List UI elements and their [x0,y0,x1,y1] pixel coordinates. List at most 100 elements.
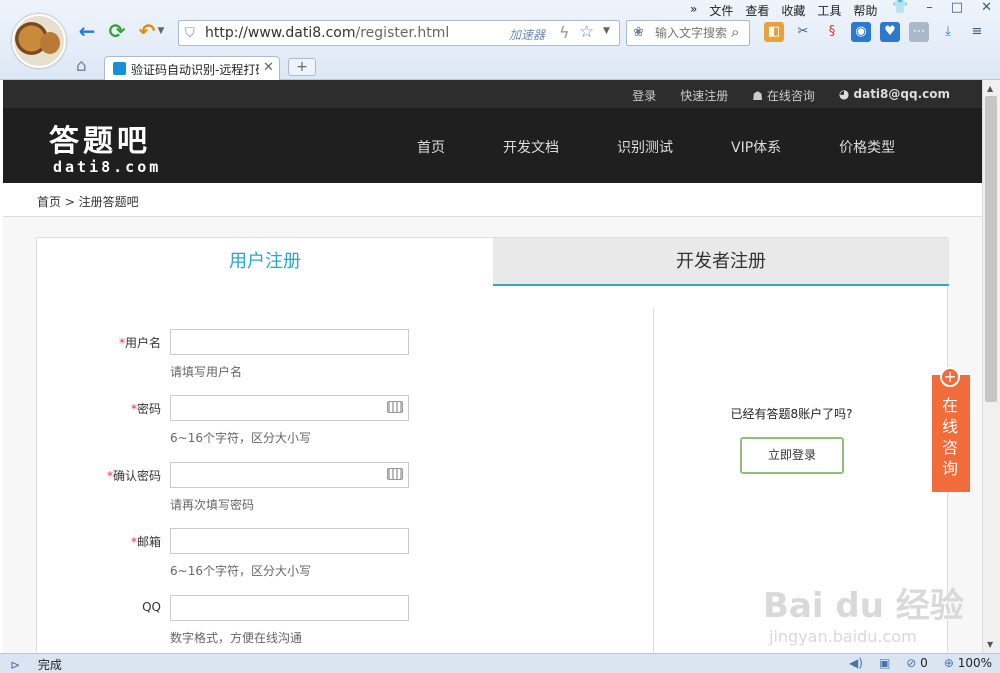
adblock-count: 0 [920,656,928,670]
new-tab-button[interactable]: + [288,58,316,76]
qq-input[interactable] [170,595,409,621]
window-controls: 👕 – □ ✕ [892,0,992,15]
site-header: 答题吧 dati8.com 首页 开发文档 识别测试 VIP体系 价格类型 [3,108,982,183]
undo-icon[interactable]: ↶ [136,20,158,42]
paw-icon[interactable]: ❀ [633,25,649,41]
field-label-text: 用户名 [124,336,161,350]
tab-close-icon[interactable]: ✕ [263,60,274,75]
baidu-watermark: Bai du 经验 jingyan.baidu.com [763,578,964,646]
consult-label: 在线咨询 [766,89,815,103]
keyboard-icon[interactable] [387,401,403,413]
watermark-sub: jingyan.baidu.com [769,627,917,646]
chevron-down-icon[interactable]: ▼ [603,26,610,36]
translate-icon[interactable]: § [822,22,842,42]
plus-icon: + [940,367,960,387]
minimize-icon[interactable]: – [926,0,933,15]
nav-test[interactable]: 识别测试 [617,137,673,157]
close-icon[interactable]: ✕ [981,0,992,15]
field-qq: QQ 数字格式，方便在线沟通 [37,595,653,653]
refresh-icon[interactable]: ⟳ [106,20,128,42]
field-hint: 6~16个字符，区分大小写 [170,564,311,578]
watermark-main: Bai du 经验 [763,586,964,626]
speaker-icon[interactable]: ◀) [849,656,863,670]
field-label: *密码 [131,400,161,417]
zoom-level: 100% [957,656,992,670]
sidebar-toggle-icon[interactable]: ⊳ [10,658,20,672]
nav-pricing[interactable]: 价格类型 [839,137,895,157]
login-now-button[interactable]: 立即登录 [740,437,844,474]
topbar-consult-link[interactable]: ☗ 在线咨询 [752,87,815,104]
keyboard-icon[interactable] [387,468,403,480]
back-arrow-icon[interactable]: ← [76,20,98,42]
star-icon[interactable]: ☆ [579,22,594,42]
tab-user-register[interactable]: 用户注册 [37,238,493,286]
breadcrumb[interactable]: 首页 > 注册答题吧 [37,193,139,210]
menu-tools[interactable]: 工具 [817,2,841,19]
logo-cn[interactable]: 答题吧 [49,116,151,160]
url-host: http://www.dati8.com [205,25,356,41]
email-input[interactable] [170,528,409,554]
toolbar-icons: ◧ ✂ § ◉ ♥ ⋯ ⤓ ≡ [764,22,987,42]
lightning-icon[interactable]: ϟ [559,23,570,42]
field-hint: 6~16个字符，区分大小写 [170,431,311,445]
field-label-text: 密码 [136,402,161,416]
field-email: *邮箱 6~16个字符，区分大小写 [37,528,653,588]
url-path: /register.html [355,25,450,41]
favorites-icon[interactable]: ◧ [764,22,784,42]
menu-help[interactable]: 帮助 [853,2,877,19]
have-account-text: 已经有答题8账户了吗? [730,407,853,421]
menu-file[interactable]: 文件 [709,2,733,19]
accelerator-label[interactable]: 加速器 [509,26,545,43]
menu-favorites[interactable]: 收藏 [781,2,805,19]
username-input[interactable] [170,329,409,355]
skin-icon[interactable]: 👕 [892,0,908,15]
vertical-scrollbar[interactable]: ▲ ▼ [982,80,1000,653]
chevron-down-icon[interactable]: ▼ [156,20,166,42]
address-url[interactable]: http://www.dati8.com/register.html [205,25,449,41]
tab-title: 验证码自动识别-远程打码平台 [131,63,259,77]
search-box[interactable]: ❀ ⌕ [626,20,750,46]
nav-home[interactable]: 首页 [417,137,445,157]
scissors-icon[interactable]: ✂ [793,22,813,42]
menu-icon[interactable]: ≡ [967,22,987,42]
field-label-text: 确认密码 [112,469,161,483]
scroll-down-icon[interactable]: ▼ [987,640,993,649]
topbar-login-link[interactable]: 登录 [632,87,656,104]
more-icon[interactable]: ⋯ [909,22,929,42]
magnifier-app-icon[interactable]: ◉ [851,22,871,42]
scroll-up-icon[interactable]: ▲ [987,84,993,93]
browser-tab[interactable]: 验证码自动识别-远程打码平台 ✕ [104,56,280,80]
tab-developer-register[interactable]: 开发者注册 [493,238,949,286]
home-icon[interactable]: ⌂ [76,56,87,76]
logo-en[interactable]: dati8.com [53,158,161,176]
address-bar[interactable]: ⛉ http://www.dati8.com/register.html 加速器… [178,20,620,46]
menu-view[interactable]: 查看 [745,2,769,19]
status-text: 完成 [37,658,62,672]
shield-icon: ⛉ [185,26,195,41]
maximize-icon[interactable]: □ [951,0,963,15]
site-topbar: 登录 快速注册 ☗ 在线咨询 ◕ dati8@qq.com [3,80,982,108]
topbar-email[interactable]: ◕ dati8@qq.com [839,87,950,104]
adblock-icon: ⊘ [906,656,921,670]
security-icon[interactable]: ♥ [880,22,900,42]
field-hint: 请再次填写密码 [170,498,255,512]
print-icon[interactable]: ▣ [879,656,890,670]
nav-vip[interactable]: VIP体系 [731,137,781,157]
zoom-control[interactable]: ⊕ 100% [944,656,992,670]
tab-bar: ⌂ 验证码自动识别-远程打码平台 ✕ + [0,54,1000,80]
field-label: *确认密码 [107,467,161,484]
download-icon[interactable]: ⤓ [938,22,958,42]
floating-consult-button[interactable]: + 在线咨询 [932,367,970,492]
password-input[interactable] [170,395,409,421]
topbar-register-link[interactable]: 快速注册 [680,87,728,104]
scrollbar-thumb[interactable] [985,96,997,402]
search-input[interactable] [655,24,727,42]
search-icon[interactable]: ⌕ [731,23,739,41]
adblock-counter[interactable]: ⊘ 0 [906,656,928,670]
qq-icon: ◕ [838,87,854,101]
confirm-password-input[interactable] [170,462,409,488]
field-label: *邮箱 [131,533,161,550]
nav-docs[interactable]: 开发文档 [503,137,559,157]
menu-more-icon[interactable]: » [690,2,697,19]
zoom-icon: ⊕ [943,656,958,670]
